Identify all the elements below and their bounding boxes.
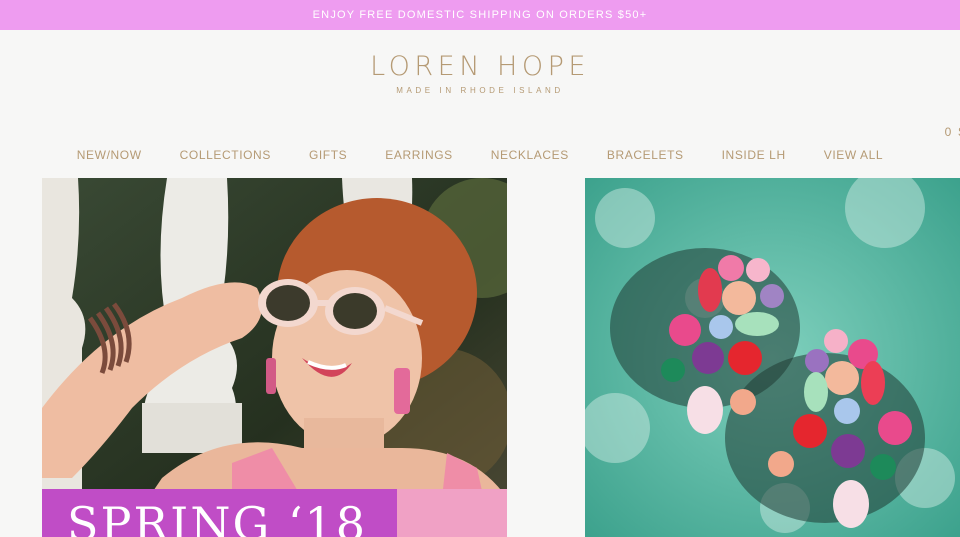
- spring-banner-text[interactable]: SPRING ‘18: [67, 497, 367, 537]
- nav-collections[interactable]: COLLECTIONS: [180, 148, 271, 168]
- nav-inside-lh[interactable]: INSIDE LH: [722, 148, 786, 168]
- nav-view-all[interactable]: VIEW ALL: [824, 148, 884, 168]
- site-header: LOREN HOPE MADE IN RHODE ISLAND 0$ NEW/N…: [0, 30, 960, 170]
- brand-name[interactable]: LOREN HOPE: [0, 52, 960, 82]
- cart-count[interactable]: 0: [945, 125, 953, 139]
- earrings-photo-illustration: [585, 178, 960, 537]
- spring-photo-illustration: [42, 178, 507, 537]
- cart-link[interactable]: 0$: [939, 125, 960, 139]
- nav-necklaces[interactable]: NECKLACES: [491, 148, 569, 168]
- brand-logo[interactable]: LOREN HOPE MADE IN RHODE ISLAND: [0, 52, 960, 96]
- nav-gifts[interactable]: GIFTS: [309, 148, 347, 168]
- nav-bracelets[interactable]: BRACELETS: [607, 148, 684, 168]
- hero-spring-image[interactable]: SPRING ‘18: [42, 178, 507, 537]
- hero-earrings-image[interactable]: [585, 178, 960, 537]
- nav-new-now[interactable]: NEW/NOW: [77, 148, 142, 168]
- brand-tagline: MADE IN RHODE ISLAND: [396, 86, 564, 95]
- nav-earrings[interactable]: EARRINGS: [385, 148, 452, 168]
- announcement-bar[interactable]: ENJOY FREE DOMESTIC SHIPPING ON ORDERS $…: [0, 0, 960, 30]
- announcement-text[interactable]: ENJOY FREE DOMESTIC SHIPPING ON ORDERS $…: [313, 9, 648, 21]
- main-nav: NEW/NOW COLLECTIONS GIFTS EARRINGS NECKL…: [0, 148, 960, 168]
